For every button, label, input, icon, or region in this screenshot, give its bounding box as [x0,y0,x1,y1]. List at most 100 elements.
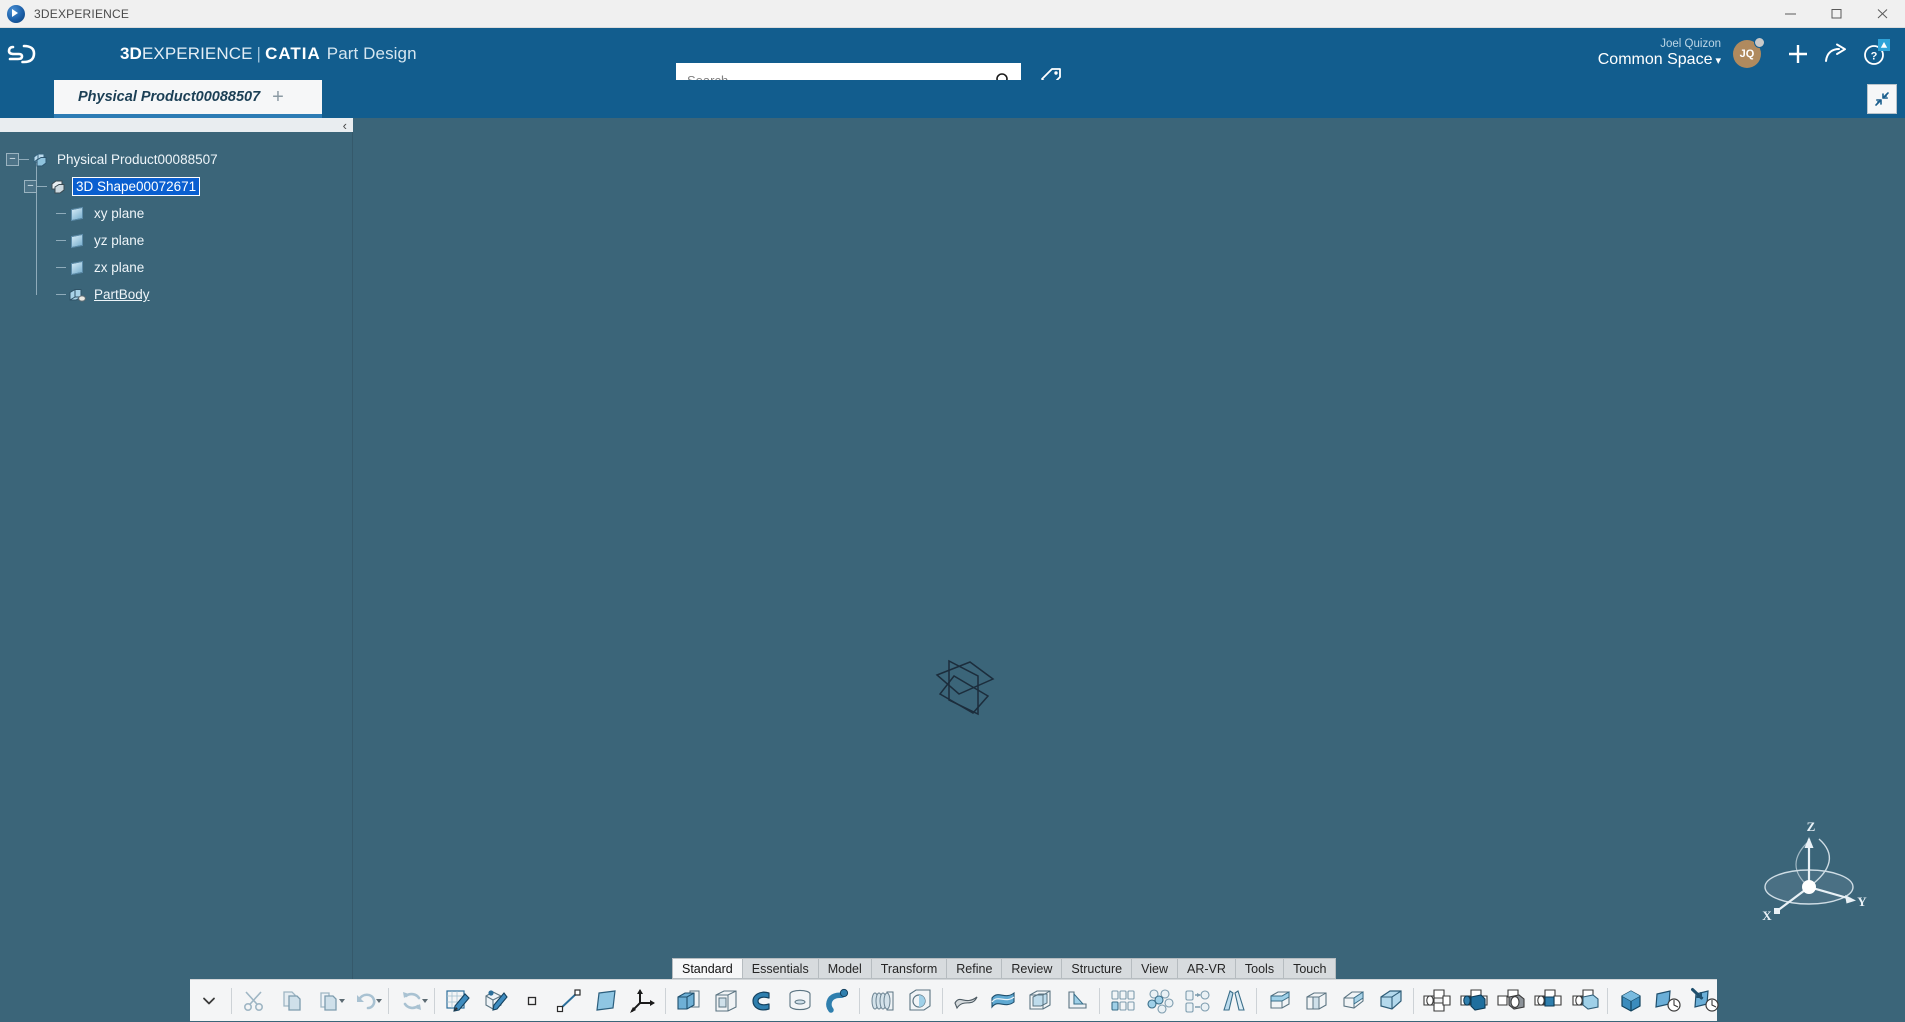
tree-node-physical-product[interactable]: − Physical Product00088507 [6,146,352,173]
positioned-sketch-icon[interactable] [476,980,513,1022]
assemble-icon[interactable] [1418,980,1455,1022]
tree-node-zx-plane[interactable]: zx plane [6,254,352,281]
tree-node-3d-shape[interactable]: − 3D Shape00072671 [6,173,352,200]
brand-separator: | [257,44,262,63]
header-right-group: Joel Quizon Common Space▾ JQ ? [1598,37,1905,71]
remove-body-icon[interactable] [1492,980,1529,1022]
tree-expander[interactable]: − [24,180,37,193]
action-tab-model[interactable]: Model [818,958,871,979]
split-icon[interactable] [1261,980,1298,1022]
transform-icon[interactable] [1178,980,1215,1022]
measure-item-icon[interactable] [1686,980,1723,1022]
common-space-selector[interactable]: Common Space▾ [1598,51,1721,69]
close-button[interactable] [1859,0,1905,27]
action-tab-standard[interactable]: Standard [672,958,742,979]
action-tab-tools[interactable]: Tools [1235,958,1283,979]
multi-instance-icon[interactable] [1141,980,1178,1022]
shaft-icon[interactable] [744,980,781,1022]
action-tab-structure[interactable]: Structure [1061,958,1131,979]
plane-icon [66,262,88,274]
brand-workbench: Part Design [327,44,417,63]
add-body-icon[interactable] [1455,980,1492,1022]
window-titlebar: 3DEXPERIENCE [0,0,1905,28]
collapse-arrows-icon[interactable] [1867,84,1897,114]
tree-node-label: PartBody [94,287,150,302]
action-tab-view[interactable]: View [1131,958,1177,979]
window-title: 3DEXPERIENCE [34,7,129,21]
tree-node-xy-plane[interactable]: xy plane [6,200,352,227]
tree-node-label: xy plane [94,206,144,221]
add-tab-button[interactable]: + [272,86,284,109]
undo-icon[interactable] [347,980,384,1022]
axis-label-z: Z [1807,819,1816,834]
reference-planes-geometry[interactable] [930,651,1000,730]
pattern-icon[interactable] [1104,980,1141,1022]
action-tab-ar-vr[interactable]: AR-VR [1177,958,1235,979]
tab-strip: Physical Product00088507 + [0,80,1905,118]
tab-label: Physical Product00088507 [78,89,260,105]
tree-node-yz-plane[interactable]: yz plane [6,227,352,254]
navigation-axis-compass-icon[interactable]: Z Y X [1759,821,1869,936]
action-tab-review[interactable]: Review [1001,958,1061,979]
avatar-initials: JQ [1740,48,1755,60]
fillet-icon[interactable] [947,980,984,1022]
specification-tree-panel: ‹ − Physical Product00088507 − [0,118,353,1021]
avatar[interactable]: JQ [1733,40,1761,68]
overflow-chevron-icon[interactable] [190,980,227,1022]
trim-icon[interactable] [1298,980,1335,1022]
plane-icon[interactable] [587,980,624,1022]
app-header: 3DEXPERIENCE|CATIAPart Design Joel Quizo… [0,28,1905,80]
hole-icon[interactable] [901,980,938,1022]
copy-icon[interactable] [273,980,310,1022]
sketch-icon[interactable] [439,980,476,1022]
3d-viewport[interactable]: ‹ − Physical Product00088507 − [0,118,1905,1021]
solid-combine-icon[interactable] [1612,980,1649,1022]
shell-icon[interactable] [1021,980,1058,1022]
help-icon[interactable]: ? [1857,37,1891,71]
physical-product-icon [29,151,51,169]
svg-text:?: ? [1870,50,1877,62]
tree-node-partbody[interactable]: PartBody [6,281,352,308]
chevron-down-icon[interactable] [339,999,345,1003]
close-surface-icon[interactable] [1372,980,1409,1022]
pad-icon[interactable] [670,980,707,1022]
user-space-block[interactable]: Joel Quizon Common Space▾ [1598,38,1721,70]
mirror-icon[interactable] [1215,980,1252,1022]
share-icon[interactable] [1819,37,1853,71]
update-icon[interactable] [393,980,430,1022]
thick-surface-icon[interactable] [1335,980,1372,1022]
chevron-down-icon[interactable] [376,999,382,1003]
draft-icon[interactable] [984,980,1021,1022]
point-icon[interactable] [513,980,550,1022]
tab-physical-product[interactable]: Physical Product00088507 + [54,80,322,118]
add-icon[interactable] [1781,37,1815,71]
chevron-down-icon[interactable] [422,999,428,1003]
dassault-systemes-logo-icon[interactable] [0,28,54,80]
pocket-icon[interactable] [707,980,744,1022]
brand-experience: EXPERIENCE [142,44,253,63]
tree-node-label: 3D Shape00072671 [73,178,199,195]
thread-icon[interactable] [864,980,901,1022]
paste-icon[interactable] [310,980,347,1022]
minimize-button[interactable] [1767,0,1813,27]
rib-icon[interactable] [818,980,855,1022]
cut-icon[interactable] [236,980,273,1022]
line-icon[interactable] [550,980,587,1022]
tree-collapse-icon[interactable]: ‹ [343,119,347,132]
measure-between-icon[interactable] [1649,980,1686,1022]
action-tab-touch[interactable]: Touch [1283,958,1336,979]
plane-icon [66,235,88,247]
maximize-button[interactable] [1813,0,1859,27]
axis-system-icon[interactable] [624,980,661,1022]
tree-expander[interactable]: − [6,153,19,166]
action-tab-transform[interactable]: Transform [871,958,947,979]
brand-title: 3DEXPERIENCE|CATIAPart Design [120,44,417,64]
groove-icon[interactable] [781,980,818,1022]
action-tab-refine[interactable]: Refine [946,958,1001,979]
common-space-label: Common Space [1598,51,1713,68]
union-trim-icon[interactable] [1566,980,1603,1022]
3d-shape-icon [47,178,69,196]
action-tab-essentials[interactable]: Essentials [742,958,818,979]
stiffener-icon[interactable] [1058,980,1095,1022]
intersect-body-icon[interactable] [1529,980,1566,1022]
